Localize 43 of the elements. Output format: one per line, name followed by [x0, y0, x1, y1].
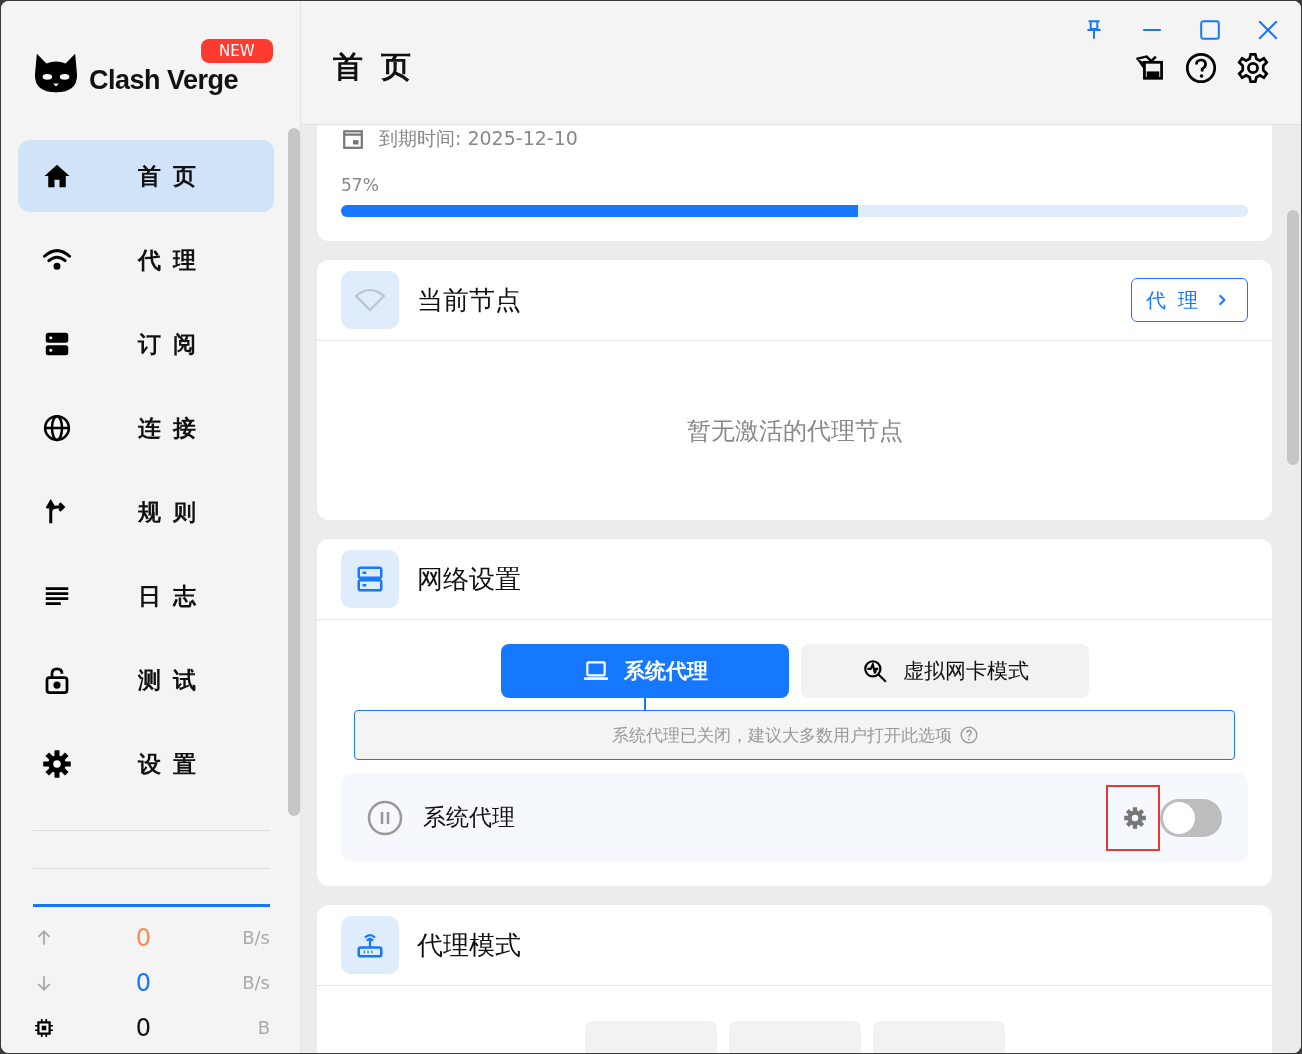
- nav-item[interactable]: 日 志: [18, 560, 274, 632]
- toggle-switch[interactable]: [1160, 798, 1222, 837]
- empty-message: 暂无激活的代理节点: [686, 415, 903, 447]
- nav-item[interactable]: 代 理: [18, 224, 274, 296]
- app-name: Clash Verge: [89, 64, 239, 96]
- traffic-unit: B: [256, 1017, 270, 1038]
- traffic-value: 0: [134, 968, 153, 997]
- cat-logo-icon: [33, 51, 79, 95]
- settings-icon: [42, 749, 72, 779]
- nav-item[interactable]: 连 接: [18, 392, 274, 464]
- calendar-icon: [341, 128, 365, 150]
- nav-item[interactable]: 首 页: [18, 140, 274, 212]
- card-title: 网络设置: [417, 562, 522, 596]
- nav-item[interactable]: 规 则: [18, 476, 274, 548]
- nav-item[interactable]: 订 阅: [18, 308, 274, 380]
- traffic-value: 0: [134, 923, 153, 952]
- down-arrow-icon: [35, 973, 53, 992]
- scrollbar-thumb[interactable]: [288, 128, 300, 816]
- maximize-icon[interactable]: [1199, 19, 1221, 41]
- traffic-unit: B/s: [241, 927, 270, 948]
- card-title: 代理模式: [417, 928, 522, 962]
- up-arrow-icon: [35, 928, 53, 947]
- help-icon[interactable]: [1185, 51, 1217, 84]
- nav-item[interactable]: 设 置: [18, 728, 274, 800]
- page-title: 首 页: [333, 48, 416, 86]
- traffic-unit: B/s: [241, 972, 270, 993]
- chip-icon: [35, 1018, 53, 1037]
- pause-icon: [367, 799, 403, 836]
- proxy-link-button[interactable]: 代 理: [1130, 278, 1248, 322]
- globe-icon: [42, 413, 72, 443]
- close-icon[interactable]: [1257, 19, 1279, 41]
- new-badge: NEW: [201, 39, 273, 63]
- settings-icon[interactable]: [1237, 51, 1269, 84]
- usage-percent: 57%: [341, 175, 380, 195]
- mode-tab[interactable]: 系统代理: [500, 644, 789, 698]
- info-text: 系统代理已关闭，建议大多数用户打开此选项: [611, 723, 952, 747]
- expiry-date: 到期时间: 2025-12-10: [379, 126, 578, 151]
- nav-item[interactable]: 测 试: [18, 644, 274, 716]
- setting-label: 系统代理: [423, 803, 516, 832]
- mode-tab[interactable]: 虚拟网卡模式: [800, 644, 1089, 698]
- card-title: 当前节点: [417, 283, 522, 317]
- scrollbar-thumb[interactable]: [1287, 210, 1299, 465]
- traffic-value: 0: [134, 1013, 153, 1042]
